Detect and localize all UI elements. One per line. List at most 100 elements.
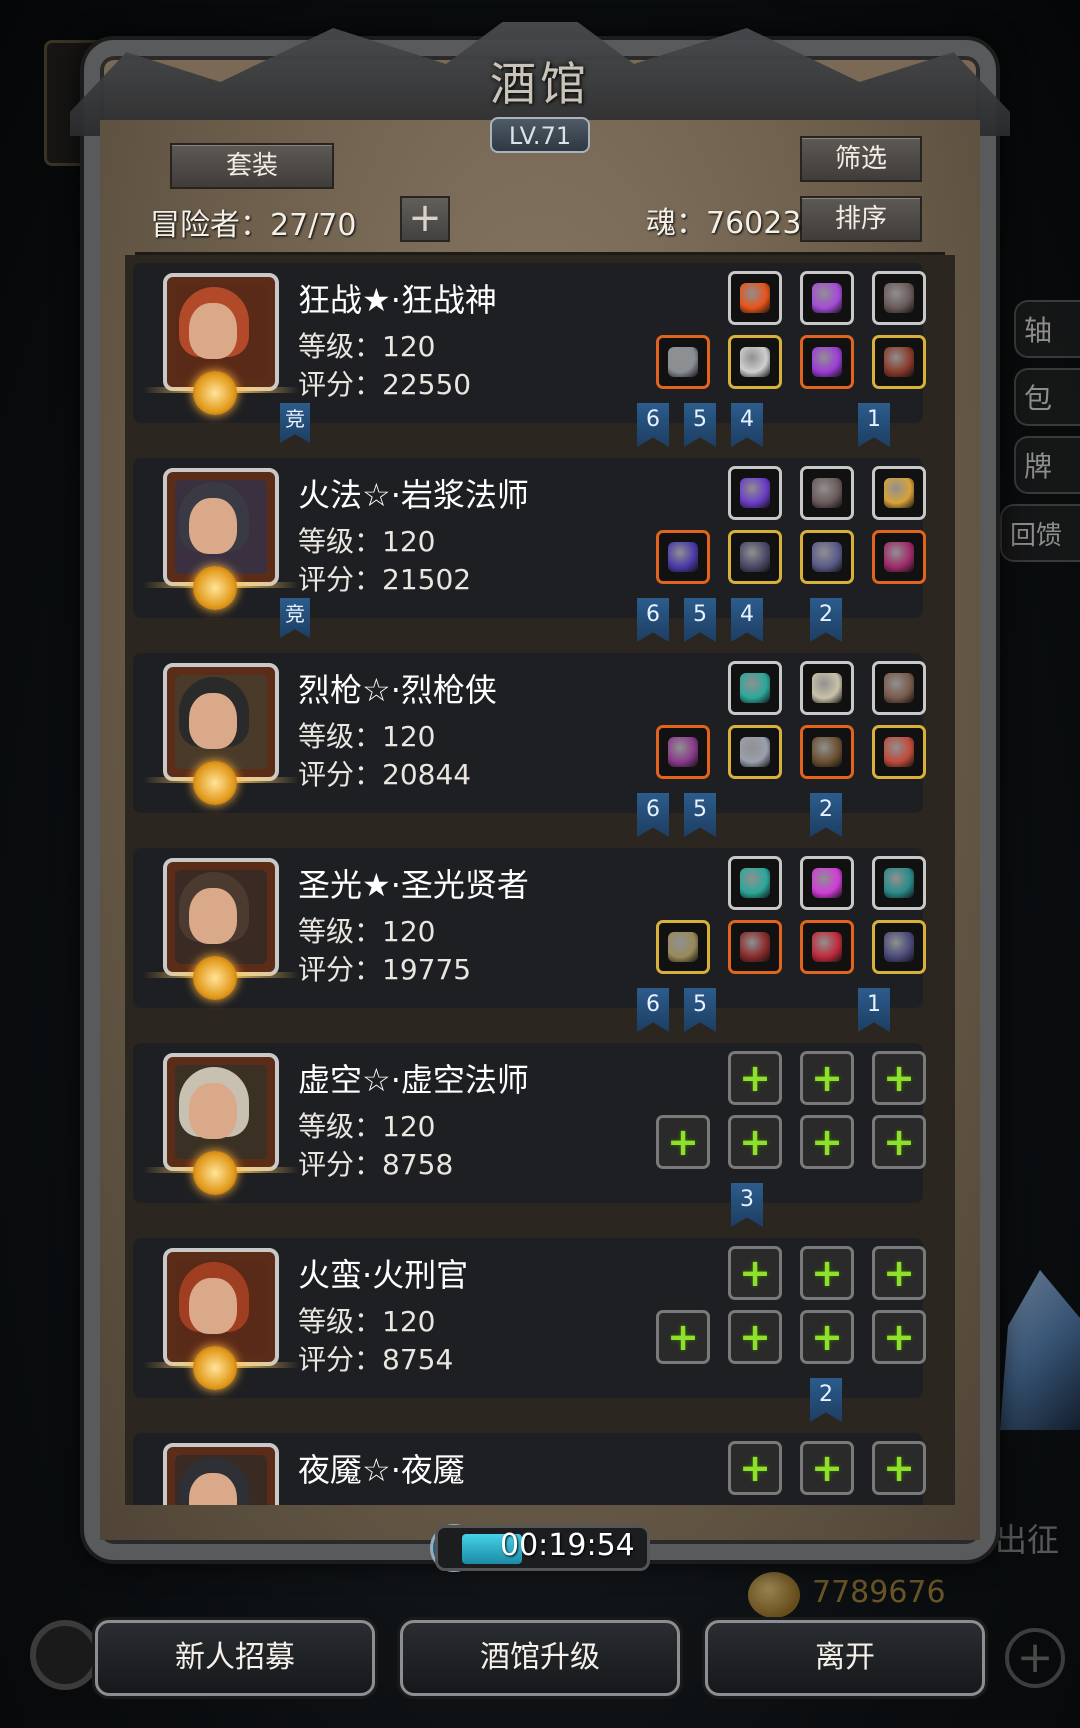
- red-potion-icon: [812, 932, 842, 962]
- equipment-slot[interactable]: [872, 725, 926, 779]
- equipment-slot[interactable]: [656, 920, 710, 974]
- hero-card[interactable]: 火蛮·火刑官 等级：120 评分：8754 + + + + + + +: [133, 1238, 926, 1398]
- equipment-slot[interactable]: +: [728, 1115, 782, 1169]
- add-adventurer-slot-button[interactable]: +: [400, 196, 450, 242]
- pentagram-amulet-icon: [812, 542, 842, 572]
- hero-list[interactable]: 狂战★·狂战神 等级：120 评分：22550 竞 6 5 4 1 火法☆·岩浆法师 等级：120…: [125, 255, 955, 1505]
- equipment-slot[interactable]: [728, 271, 782, 325]
- equipment-slot[interactable]: [728, 725, 782, 779]
- equipment-slot[interactable]: [800, 856, 854, 910]
- rank-emblem-icon: [193, 566, 237, 610]
- hero-level: 等级：120: [298, 915, 436, 948]
- hero-card[interactable]: 夜魇☆·夜魇 + + +: [133, 1433, 926, 1505]
- set-button[interactable]: 套装: [170, 143, 334, 189]
- hero-score: 评分：22550: [298, 368, 472, 401]
- equipment-slot[interactable]: +: [728, 1310, 782, 1364]
- hero-name: 烈枪☆·烈枪侠: [298, 671, 497, 709]
- equipment-slot[interactable]: +: [872, 1310, 926, 1364]
- filter-button[interactable]: 筛选: [800, 136, 922, 182]
- equipment-slot[interactable]: [728, 335, 782, 389]
- flame-gem-icon: [740, 283, 770, 313]
- sort-button[interactable]: 排序: [800, 196, 922, 242]
- empty-slot-plus-icon: +: [811, 1315, 843, 1359]
- equipment-slot[interactable]: [728, 856, 782, 910]
- leave-button[interactable]: 离开: [705, 1620, 985, 1696]
- equipment-slot[interactable]: +: [728, 1246, 782, 1300]
- equipment-slot[interactable]: +: [872, 1051, 926, 1105]
- equipment-slot[interactable]: [800, 466, 854, 520]
- equipment-slot[interactable]: [800, 271, 854, 325]
- equipment-slot[interactable]: +: [800, 1310, 854, 1364]
- equipment-slot[interactable]: [728, 530, 782, 584]
- equipment-slot[interactable]: [728, 466, 782, 520]
- empty-slot-plus-icon: +: [811, 1446, 843, 1490]
- purple-pendant-icon: [812, 347, 842, 377]
- equipment-slot[interactable]: +: [800, 1051, 854, 1105]
- equipment-slot[interactable]: [872, 856, 926, 910]
- set-count-ribbon: 5: [684, 793, 716, 837]
- set-count-ribbon: 6: [637, 793, 669, 837]
- competitive-badge: 竞: [280, 598, 310, 638]
- equipment-slot[interactable]: +: [728, 1441, 782, 1495]
- equipment-slot[interactable]: [728, 661, 782, 715]
- equipment-slot[interactable]: [872, 466, 926, 520]
- empty-slot-plus-icon: +: [883, 1120, 915, 1164]
- side-menu-label: 包: [1024, 382, 1053, 415]
- equipment-slot[interactable]: [656, 335, 710, 389]
- equipment-slot[interactable]: +: [872, 1441, 926, 1495]
- hero-score: 评分：21502: [298, 563, 472, 596]
- equipment-slot[interactable]: [656, 530, 710, 584]
- teal-crystal-icon: [740, 673, 770, 703]
- turquoise-stone-icon: [884, 868, 914, 898]
- tavern-upgrade-button[interactable]: 酒馆升级: [400, 1620, 680, 1696]
- gold-coin-icon: [748, 1572, 800, 1618]
- hero-name: 夜魇☆·夜魇: [298, 1451, 465, 1489]
- hero-card[interactable]: 火法☆·岩浆法师 等级：120 评分：21502: [133, 458, 926, 618]
- hero-level: 等级：120: [298, 330, 436, 363]
- hero-portrait[interactable]: [163, 1443, 279, 1505]
- background-crystal-icon: [1000, 1270, 1080, 1430]
- staff-icon: [668, 542, 698, 572]
- hero-card[interactable]: 虚空☆·虚空法师 等级：120 评分：8758 + + + + + + +: [133, 1043, 926, 1203]
- set-count-ribbon: 3: [731, 1183, 763, 1227]
- competitive-badge: 竞: [280, 403, 310, 443]
- equipment-slot[interactable]: [800, 335, 854, 389]
- magenta-gem-icon: [812, 868, 842, 898]
- equipment-slot[interactable]: [800, 725, 854, 779]
- equipment-slot[interactable]: [872, 335, 926, 389]
- equipment-slot[interactable]: +: [872, 1246, 926, 1300]
- settings-gear-icon: [30, 1620, 100, 1690]
- empty-slot-plus-icon: +: [883, 1315, 915, 1359]
- amulet-icon: [884, 932, 914, 962]
- equipment-slot[interactable]: +: [800, 1441, 854, 1495]
- equipment-slot[interactable]: +: [728, 1051, 782, 1105]
- recruit-button[interactable]: 新人招募: [95, 1620, 375, 1696]
- equipment-slot[interactable]: [800, 530, 854, 584]
- equipment-slot[interactable]: +: [800, 1246, 854, 1300]
- equipment-slot[interactable]: +: [656, 1115, 710, 1169]
- equipment-slot[interactable]: [872, 920, 926, 974]
- equipment-slot[interactable]: [872, 530, 926, 584]
- empty-slot-plus-icon: +: [739, 1056, 771, 1100]
- hero-level: 等级：120: [298, 720, 436, 753]
- equipment-slot[interactable]: +: [872, 1115, 926, 1169]
- empty-slot-plus-icon: +: [883, 1446, 915, 1490]
- hero-card[interactable]: 圣光★·圣光贤者 等级：120 评分：19775: [133, 848, 926, 1008]
- equipment-slot[interactable]: [800, 920, 854, 974]
- empty-slot-plus-icon: +: [811, 1251, 843, 1295]
- equipment-slot[interactable]: [872, 271, 926, 325]
- equipment-slot[interactable]: [656, 725, 710, 779]
- equipment-slot[interactable]: [872, 661, 926, 715]
- empty-slot-plus-icon: +: [883, 1251, 915, 1295]
- empty-slot-plus-icon: +: [739, 1120, 771, 1164]
- hero-card[interactable]: 烈枪☆·烈枪侠 等级：120 评分：20844: [133, 653, 926, 813]
- equipment-slot[interactable]: [800, 661, 854, 715]
- equipment-slot[interactable]: +: [656, 1310, 710, 1364]
- hero-name: 虚空☆·虚空法师: [298, 1061, 529, 1099]
- equipment-slot[interactable]: +: [800, 1115, 854, 1169]
- side-menu-label: 牌: [1024, 450, 1053, 483]
- hero-card[interactable]: 狂战★·狂战神 等级：120 评分：22550: [133, 263, 926, 423]
- equipment-slot[interactable]: [728, 920, 782, 974]
- empty-slot-plus-icon: +: [739, 1251, 771, 1295]
- adventurer-count: 冒险者：27/70: [150, 208, 357, 243]
